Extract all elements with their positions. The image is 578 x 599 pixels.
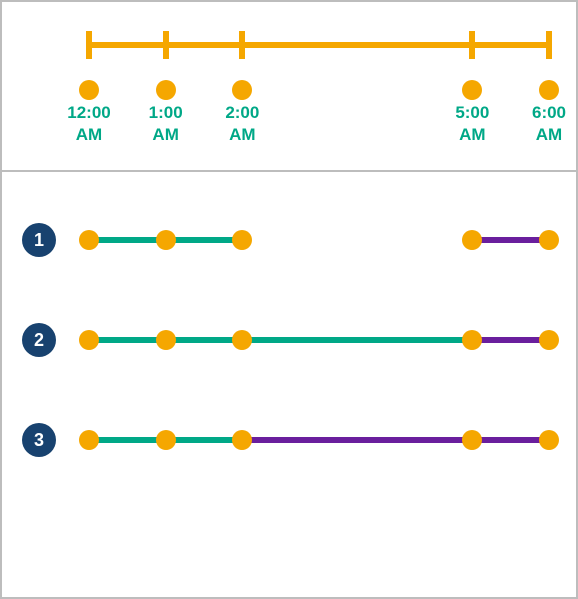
row-badge: 1: [22, 223, 56, 257]
row-dot: [539, 430, 559, 450]
time-label-top: 5:00: [442, 102, 502, 124]
time-label: 2:00AM: [212, 102, 272, 146]
time-label-bottom: AM: [212, 124, 272, 146]
row-dot: [156, 330, 176, 350]
axis-bar: [89, 42, 549, 48]
segment-purple: [472, 337, 549, 343]
time-label: 5:00AM: [442, 102, 502, 146]
row-dot: [79, 430, 99, 450]
timeline-row: 2: [2, 330, 576, 370]
time-label-top: 2:00: [212, 102, 272, 124]
row-dot: [232, 430, 252, 450]
row-dot: [79, 230, 99, 250]
segment-purple: [242, 437, 549, 443]
time-label-top: 12:00: [59, 102, 119, 124]
row-dot: [156, 430, 176, 450]
row-dot: [539, 330, 559, 350]
axis-tick: [239, 31, 245, 59]
row-dot: [156, 230, 176, 250]
axis-tick: [163, 31, 169, 59]
row-dot: [79, 330, 99, 350]
axis-tick: [86, 31, 92, 59]
time-marker-dot: [232, 80, 252, 100]
segment-teal: [89, 337, 472, 343]
time-label-bottom: AM: [59, 124, 119, 146]
time-marker-dot: [156, 80, 176, 100]
time-marker-dot: [462, 80, 482, 100]
time-label-top: 6:00: [519, 102, 578, 124]
row-dot: [232, 330, 252, 350]
timeline-row: 1: [2, 230, 576, 270]
time-label-bottom: AM: [519, 124, 578, 146]
timeline-axis: [2, 42, 576, 48]
time-marker-dot: [79, 80, 99, 100]
row-dot: [539, 230, 559, 250]
timeline-row: 3: [2, 430, 576, 470]
time-label: 6:00AM: [519, 102, 578, 146]
row-dot: [232, 230, 252, 250]
axis-tick: [469, 31, 475, 59]
time-label-bottom: AM: [136, 124, 196, 146]
row-dot: [462, 230, 482, 250]
row-badge: 2: [22, 323, 56, 357]
axis-tick: [546, 31, 552, 59]
time-label: 1:00AM: [136, 102, 196, 146]
time-marker-dot: [539, 80, 559, 100]
timeline-header: 12:00AM1:00AM2:00AM5:00AM6:00AM: [2, 2, 576, 172]
diagram-container: 12:00AM1:00AM2:00AM5:00AM6:00AM 123: [0, 0, 578, 599]
segment-purple: [472, 237, 549, 243]
time-label: 12:00AM: [59, 102, 119, 146]
row-badge: 3: [22, 423, 56, 457]
row-dot: [462, 330, 482, 350]
time-label-bottom: AM: [442, 124, 502, 146]
time-label-top: 1:00: [136, 102, 196, 124]
row-dot: [462, 430, 482, 450]
